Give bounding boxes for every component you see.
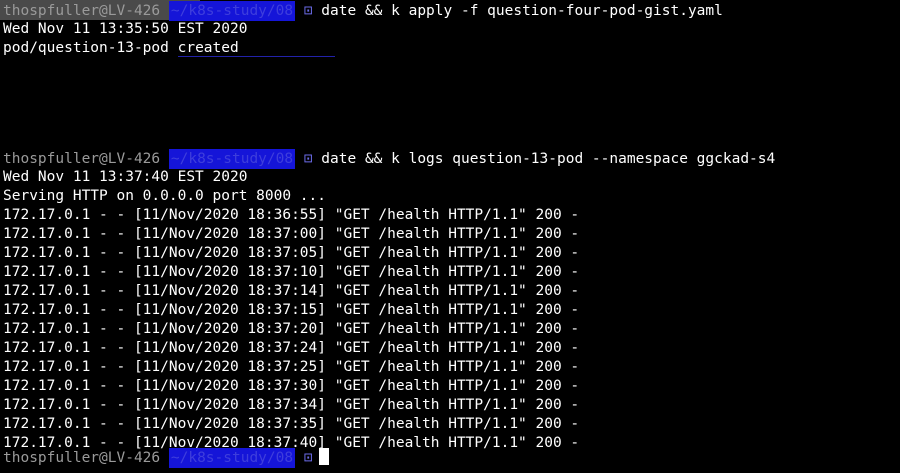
- prompt-separator-icon: ⊡: [303, 151, 313, 167]
- command-text: date && k apply -f question-four-pod-gis…: [321, 3, 723, 19]
- output-result: pod/question-13-pod created: [3, 38, 335, 58]
- prompt-user: thospfuller@LV-426: [3, 151, 161, 167]
- log-line: 172.17.0.1 - - [11/Nov/2020 18:37:14] "G…: [3, 283, 580, 299]
- prompt-path: ~/k8s-study/08: [168, 448, 296, 468]
- log-line: 172.17.0.1 - - [11/Nov/2020 18:37:25] "G…: [3, 359, 580, 375]
- output-date: Wed Nov 11 13:35:50 EST 2020: [3, 21, 248, 37]
- log-line: 172.17.0.1 - - [11/Nov/2020 18:37:24] "G…: [3, 340, 580, 356]
- command-text: date && k logs question-13-pod --namespa…: [321, 151, 776, 167]
- log-line: 172.17.0.1 - - [11/Nov/2020 18:37:00] "G…: [3, 226, 580, 242]
- prompt-user: thospfuller@LV-426: [3, 3, 161, 19]
- terminal-window[interactable]: thospfuller@LV-426 ~/k8s-study/08 ⊡ date…: [0, 0, 900, 473]
- result-status: created: [177, 40, 239, 57]
- prompt-path: ~/k8s-study/08: [168, 149, 296, 169]
- log-line: 172.17.0.1 - - [11/Nov/2020 18:37:20] "G…: [3, 321, 580, 337]
- prompt-separator-icon: ⊡: [303, 450, 313, 466]
- output-date: Wed Nov 11 13:37:40 EST 2020: [3, 169, 248, 185]
- prompt-separator-icon: ⊡: [303, 3, 313, 19]
- log-line: 172.17.0.1 - - [11/Nov/2020 18:37:05] "G…: [3, 245, 580, 261]
- log-line: 172.17.0.1 - - [11/Nov/2020 18:37:35] "G…: [3, 416, 580, 432]
- prompt-path: ~/k8s-study/08: [168, 1, 296, 21]
- log-line: 172.17.0.1 - - [11/Nov/2020 18:37:30] "G…: [3, 378, 580, 394]
- log-line: 172.17.0.1 - - [11/Nov/2020 18:37:10] "G…: [3, 264, 580, 280]
- prompt-line-2: thospfuller@LV-426 ~/k8s-study/08 ⊡ date…: [3, 149, 775, 169]
- prompt-user: thospfuller@LV-426: [3, 450, 161, 466]
- result-underline: [238, 40, 335, 57]
- text-cursor[interactable]: [318, 448, 329, 465]
- log-line: 172.17.0.1 - - [11/Nov/2020 18:37:34] "G…: [3, 397, 580, 413]
- log-line: 172.17.0.1 - - [11/Nov/2020 18:37:15] "G…: [3, 302, 580, 318]
- log-line: 172.17.0.1 - - [11/Nov/2020 18:36:55] "G…: [3, 207, 580, 223]
- output-serving: Serving HTTP on 0.0.0.0 port 8000 ...: [3, 188, 327, 204]
- prompt-line-1: thospfuller@LV-426 ~/k8s-study/08 ⊡ date…: [3, 1, 723, 21]
- prompt-line-3[interactable]: thospfuller@LV-426 ~/k8s-study/08 ⊡: [3, 448, 329, 468]
- result-resource: pod/question-13-pod: [3, 40, 169, 56]
